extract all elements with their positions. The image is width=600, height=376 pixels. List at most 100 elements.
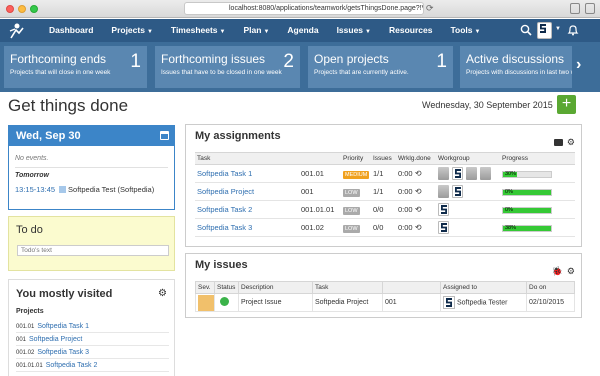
issue-description[interactable]: Project Issue	[238, 293, 313, 312]
bell-icon[interactable]	[567, 24, 579, 36]
task-link[interactable]: Softpedia Task 1	[197, 169, 252, 178]
gear-icon[interactable]: ⚙	[158, 288, 167, 299]
issue-task[interactable]: Softpedia Project	[312, 293, 383, 312]
calendar-widget: Wed, Sep 30 No events. Tomorrow 13:15-13…	[8, 125, 175, 210]
nav-item-label: Projects	[111, 25, 145, 35]
nav-item-plan[interactable]: Plan ▼	[234, 19, 278, 42]
gear-icon[interactable]: ⚙	[567, 137, 575, 147]
column-header[interactable]: Issues	[371, 152, 396, 165]
column-header[interactable]: Workgroup	[436, 152, 500, 165]
add-button[interactable]: +	[557, 95, 576, 114]
divider	[15, 167, 168, 168]
address-bar[interactable]: localhost:8080/applications/teamwork/get…	[184, 2, 424, 15]
status-icon[interactable]	[220, 297, 229, 306]
card-open-projects[interactable]: Open projects Projects that are currentl…	[308, 46, 453, 88]
avatar[interactable]	[480, 167, 491, 180]
clock-icon[interactable]: ⟲	[413, 205, 422, 214]
calendar-event[interactable]: 13:15-13:45 Softpedia Test (Softpedia)	[15, 185, 168, 194]
user-avatar[interactable]	[537, 22, 552, 39]
search-icon[interactable]	[520, 24, 532, 36]
list-item[interactable]: 001.02 Softpedia Task 3	[16, 346, 169, 359]
column-header[interactable]: Status	[214, 281, 239, 294]
avatar[interactable]	[452, 167, 463, 180]
close-window-button[interactable]	[6, 5, 14, 13]
column-header[interactable]: Sev.	[195, 281, 215, 294]
worklog-cell: 0:00 ⟲	[396, 164, 436, 183]
tabs-overview-icon[interactable]	[585, 3, 595, 14]
task-link[interactable]: Softpedia Project	[197, 187, 254, 196]
project-link[interactable]: Softpedia Task 3	[37, 349, 89, 356]
project-code: 001.01.01	[16, 363, 43, 369]
nav-item-dashboard[interactable]: Dashboard	[40, 19, 102, 42]
card-count: 2	[283, 51, 294, 72]
nav-item-timesheets[interactable]: Timesheets ▼	[162, 19, 235, 42]
app-logo-icon[interactable]	[8, 22, 26, 39]
share-icon[interactable]	[570, 3, 580, 14]
table-row[interactable]: Softpedia Task 2 001.01.01 LOW 0/0 0:00 ⟲ 0%	[195, 200, 575, 219]
gear-icon[interactable]: ⚙	[567, 266, 575, 276]
column-header	[382, 281, 441, 294]
table-row[interactable]: Softpedia Task 1 001.01 MEDIUM 1/1 0:00 ⟲ 30%	[195, 164, 575, 183]
task-code: 001.01	[299, 164, 341, 183]
avatar[interactable]	[443, 296, 455, 309]
list-item[interactable]: 001 Softpedia Project	[16, 333, 169, 346]
task-link[interactable]: Softpedia Task 3	[197, 223, 252, 232]
column-header[interactable]: Description	[238, 281, 313, 294]
issues-count: 1/1	[371, 182, 396, 201]
clock-icon[interactable]: ⟲	[413, 223, 422, 232]
column-header[interactable]: Priority	[341, 152, 371, 165]
avatar[interactable]	[466, 167, 477, 180]
avatar[interactable]	[438, 221, 449, 234]
briefcase-icon[interactable]	[553, 139, 563, 146]
project-link[interactable]: Softpedia Task 2	[46, 362, 98, 369]
chevron-down-icon: ▼	[474, 29, 481, 35]
nav-item-resources[interactable]: Resources	[380, 19, 441, 42]
nav-item-label: Plan	[243, 25, 262, 35]
task-link[interactable]: Softpedia Task 2	[197, 205, 252, 214]
table-row[interactable]: Softpedia Task 3 001.02 LOW 0/0 0:00 ⟲ 38%	[195, 218, 575, 237]
column-header[interactable]: Task	[195, 152, 299, 165]
worklog-value: 0:00	[398, 187, 413, 196]
card-active-discussions[interactable]: Active discussions Projects with discuss…	[460, 46, 572, 88]
nav-item-agenda[interactable]: Agenda	[278, 19, 327, 42]
card-subtitle: Projects with discussions in last two we…	[466, 69, 572, 76]
avatar[interactable]	[438, 167, 449, 180]
progress-label: 0%	[505, 206, 513, 213]
avatar[interactable]	[438, 185, 449, 198]
column-header[interactable]: Progress	[500, 152, 575, 165]
carousel-next-icon[interactable]: ›	[576, 56, 581, 74]
project-link[interactable]: Softpedia Task 1	[37, 323, 89, 330]
chevron-down-icon[interactable]: ▼	[555, 26, 561, 32]
table-row[interactable]: Softpedia Project 001 LOW 1/1 0:00 ⟲ 0%	[195, 182, 575, 201]
column-header[interactable]: Assigned to	[440, 281, 527, 294]
event-time[interactable]: 13:15-13:45	[15, 185, 55, 194]
column-header[interactable]: Task	[312, 281, 383, 294]
card-title: Active discussions	[466, 52, 565, 66]
minimize-window-button[interactable]	[18, 5, 26, 13]
project-link[interactable]: Softpedia Project	[29, 336, 82, 343]
todo-input[interactable]: Todo's text	[17, 245, 169, 256]
card-forthcoming-ends[interactable]: Forthcoming ends Projects that will clos…	[4, 46, 147, 88]
avatar[interactable]	[452, 185, 463, 198]
column-header[interactable]: Do on	[526, 281, 575, 294]
nav-item-issues[interactable]: Issues ▼	[328, 19, 380, 42]
progress-bar: 30%	[502, 170, 552, 178]
calendar-icon[interactable]	[160, 131, 169, 140]
progress-cell: 38%	[500, 218, 575, 237]
assignee-cell: Softpedia Tester	[440, 293, 527, 312]
card-forthcoming-issues[interactable]: Forthcoming issues Issues that have to b…	[155, 46, 300, 88]
reload-icon[interactable]: ⟳	[426, 3, 434, 14]
bug-icon[interactable]: 🐞	[552, 266, 563, 276]
assignee-name: Softpedia Tester	[457, 299, 508, 307]
clock-icon[interactable]: ⟲	[413, 169, 422, 178]
nav-item-projects[interactable]: Projects ▼	[102, 19, 162, 42]
list-item[interactable]: 001.01 Softpedia Task 1	[16, 320, 169, 333]
avatar[interactable]	[438, 203, 449, 216]
zoom-window-button[interactable]	[30, 5, 38, 13]
list-item[interactable]: 001.01.01 Softpedia Task 2	[16, 359, 169, 372]
column-header[interactable]: Wrklg.done	[396, 152, 436, 165]
visited-section-label: Projects	[16, 308, 44, 315]
clock-icon[interactable]: ⟲	[413, 187, 422, 196]
nav-item-tools[interactable]: Tools ▼	[441, 19, 489, 42]
table-row[interactable]: Project Issue Softpedia Project 001 Softped…	[195, 293, 575, 312]
